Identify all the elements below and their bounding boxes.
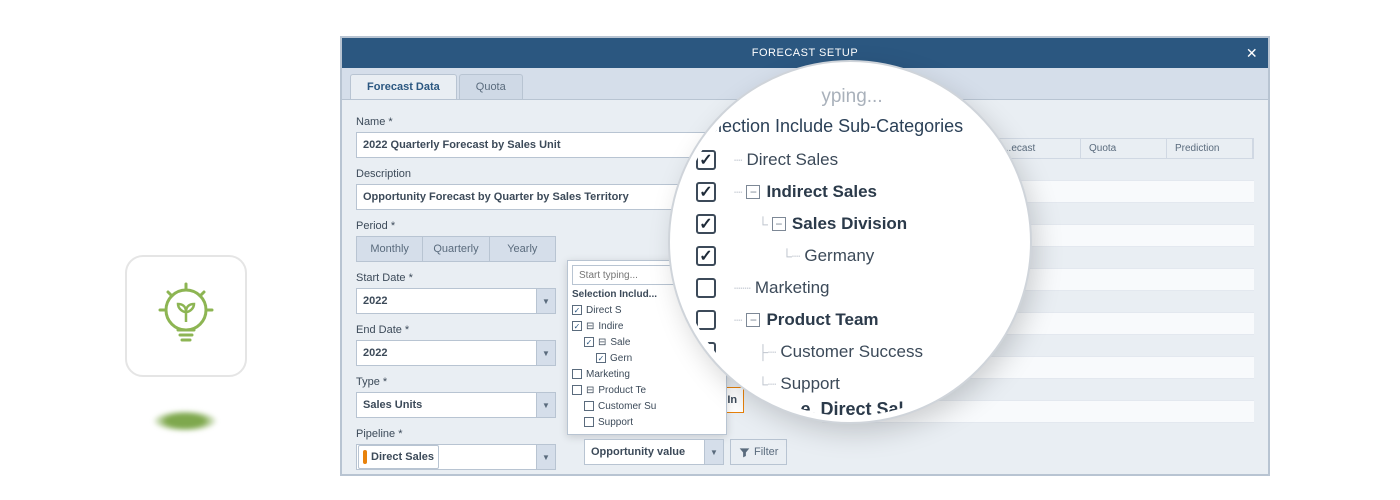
checkbox-icon[interactable] xyxy=(584,401,594,411)
period-label: Period * xyxy=(356,220,556,232)
filter-icon xyxy=(739,447,750,458)
tree-item-sales-division[interactable]: └ − Sales Division xyxy=(696,209,1008,239)
tree-connector-icon: ┈ xyxy=(734,312,742,329)
tab-forecast-data[interactable]: Forecast Data xyxy=(350,74,457,99)
type-label: Type * xyxy=(356,376,556,388)
checkbox-icon[interactable] xyxy=(572,385,582,395)
tree-item-germany[interactable]: └┈ Germany xyxy=(696,241,1008,271)
chevron-down-icon[interactable]: ▼ xyxy=(536,288,556,314)
magnifier-overlay: yping... Selection Include Sub-Categorie… xyxy=(670,62,1030,422)
checkbox-icon[interactable] xyxy=(696,150,716,170)
period-yearly[interactable]: Yearly xyxy=(490,236,556,262)
checkbox-icon[interactable] xyxy=(584,337,594,347)
table-col: Prediction xyxy=(1167,139,1253,158)
table-col: Quota xyxy=(1081,139,1167,158)
checkbox-icon[interactable] xyxy=(696,278,716,298)
pipeline-select[interactable]: Direct Sales xyxy=(356,444,556,470)
chevron-down-icon[interactable]: ▼ xyxy=(536,392,556,418)
tree-connector-icon: └ xyxy=(758,216,768,232)
name-label: Name * xyxy=(356,116,556,128)
magnifier-search-placeholder: yping... xyxy=(821,86,882,108)
forecast-field-select[interactable] xyxy=(584,439,724,465)
checkbox-icon[interactable] xyxy=(596,353,606,363)
type-select[interactable] xyxy=(356,392,556,418)
checkbox-icon[interactable] xyxy=(696,214,716,234)
filter-button[interactable]: Filter xyxy=(730,439,787,465)
pipeline-label: Pipeline * xyxy=(356,428,556,440)
tree-connector-icon: ┈┈ xyxy=(734,280,751,297)
pipeline-color-dot xyxy=(363,450,367,464)
close-icon[interactable]: ✕ xyxy=(1244,45,1260,62)
checkbox-icon[interactable] xyxy=(584,417,594,427)
tab-quota[interactable]: Quota xyxy=(459,74,523,99)
period-quarterly[interactable]: Quarterly xyxy=(423,236,489,262)
tree-item-marketing[interactable]: ┈┈ Marketing xyxy=(696,273,1008,303)
description-label: Description xyxy=(356,168,556,180)
end-date-label: End Date * xyxy=(356,324,556,336)
tree-connector-icon: ├┈ xyxy=(758,344,776,361)
tree-item-indirect-sales[interactable]: ┈ − Indirect Sales xyxy=(696,177,1008,207)
illustration-shadow xyxy=(152,410,218,432)
lightbulb-plant-icon xyxy=(150,280,222,352)
tree-item-direct-sales[interactable]: ┈ Direct Sales xyxy=(696,145,1008,175)
tree-item-product-team[interactable]: ┈ − Product Team xyxy=(696,305,1008,335)
period-monthly[interactable]: Monthly xyxy=(356,236,423,262)
checkbox-icon[interactable] xyxy=(696,310,716,330)
tree-connector-icon: ┈ xyxy=(734,152,742,169)
tree-item-customer-success[interactable]: ├┈ Customer Success xyxy=(696,337,1008,367)
collapse-icon[interactable]: − xyxy=(746,185,760,199)
tree-connector-icon: └┈ xyxy=(782,248,800,265)
checkbox-icon[interactable] xyxy=(572,369,582,379)
collapse-icon[interactable]: − xyxy=(772,217,786,231)
magnifier-tree: ┈ Direct Sales ┈ − Indirect Sales └ − Sa… xyxy=(696,145,1008,399)
checkbox-icon[interactable] xyxy=(696,182,716,202)
tree-connector-icon: ┈ xyxy=(734,184,742,201)
checkbox-icon[interactable] xyxy=(572,305,582,315)
start-date-label: Start Date * xyxy=(356,272,556,284)
collapse-icon[interactable]: − xyxy=(746,313,760,327)
magnifier-title: Selection Include Sub-Categories xyxy=(696,116,1008,137)
chevron-down-icon[interactable]: ▼ xyxy=(704,439,724,465)
checkbox-icon[interactable] xyxy=(572,321,582,331)
chevron-down-icon[interactable]: ▼ xyxy=(536,340,556,366)
start-date-select[interactable] xyxy=(356,288,556,314)
titlebar: FORECAST SETUP ✕ xyxy=(342,38,1268,68)
window-title: FORECAST SETUP xyxy=(752,47,858,59)
end-date-select[interactable] xyxy=(356,340,556,366)
checkbox-icon[interactable] xyxy=(696,246,716,266)
pipeline-chip-label: Direct Sales xyxy=(371,451,434,463)
illustration-card xyxy=(125,255,247,377)
chevron-down-icon[interactable]: ▼ xyxy=(536,444,556,470)
tree-connector-icon: └┈ xyxy=(758,376,776,393)
